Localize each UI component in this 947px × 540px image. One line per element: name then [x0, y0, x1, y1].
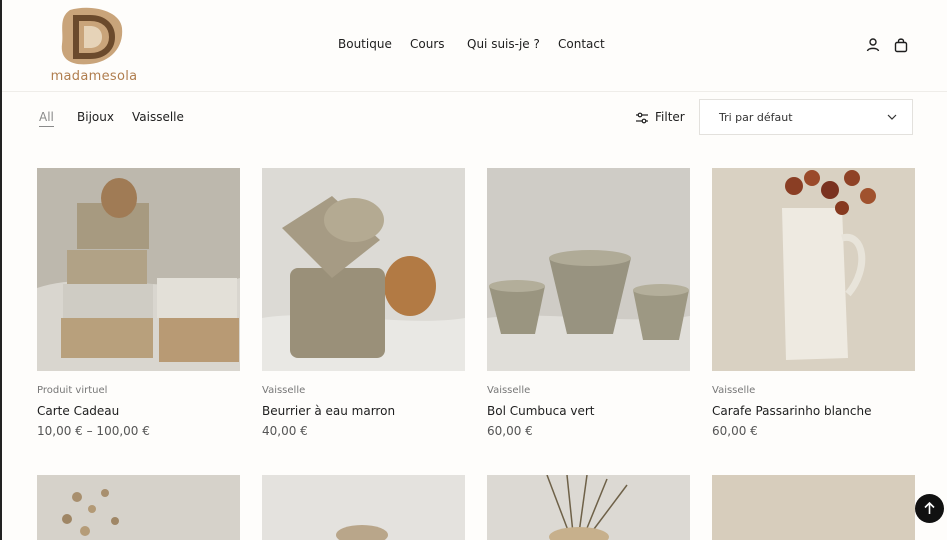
nav-item-contact[interactable]: Contact — [558, 37, 605, 51]
product-category: Vaisselle — [712, 385, 756, 396]
product-category: Produit virtuel — [37, 385, 108, 396]
product-category: Vaisselle — [262, 385, 306, 396]
tab-vaisselle[interactable]: Vaisselle — [132, 110, 184, 124]
tab-all[interactable]: All — [39, 110, 54, 127]
sort-select[interactable]: Tri par défaut — [699, 99, 913, 135]
chevron-down-icon — [887, 114, 897, 120]
product-image[interactable] — [487, 475, 690, 540]
bag-icon[interactable] — [893, 37, 909, 53]
filter-button[interactable]: Filter — [635, 110, 687, 126]
product-image[interactable] — [37, 475, 240, 540]
logo-mark-icon — [61, 7, 123, 65]
product-card[interactable]: Vaisselle Beurrier à eau marron 40,00 € — [262, 168, 465, 438]
product-category: Vaisselle — [487, 385, 531, 396]
filter-label: Filter — [655, 110, 685, 124]
nav-item-qui-suis-je[interactable]: Qui suis-je ? — [467, 37, 540, 51]
arrow-up-icon — [924, 501, 935, 514]
product-price: 60,00 € — [487, 424, 533, 438]
sliders-icon — [636, 112, 648, 124]
nav-item-boutique[interactable]: Boutique — [338, 37, 392, 51]
product-image[interactable] — [712, 168, 915, 371]
product-price: 40,00 € — [262, 424, 308, 438]
tab-bijoux[interactable]: Bijoux — [77, 110, 114, 124]
product-image[interactable] — [712, 475, 915, 540]
site-logo[interactable]: madamesola — [50, 4, 138, 88]
product-card[interactable]: Vaisselle Bol Cumbuca vert 60,00 € — [487, 168, 690, 438]
product-image[interactable] — [37, 168, 240, 371]
sort-selected-value: Tri par défaut — [719, 111, 793, 124]
nav-item-cours[interactable]: Cours — [410, 37, 445, 51]
site-header: madamesola Boutique Cours Qui suis-je ? … — [2, 0, 947, 92]
product-image[interactable] — [487, 168, 690, 371]
product-image[interactable] — [262, 168, 465, 371]
product-image[interactable] — [262, 475, 465, 540]
product-name[interactable]: Carte Cadeau — [37, 404, 119, 418]
account-icon[interactable] — [865, 37, 881, 53]
product-name[interactable]: Bol Cumbuca vert — [487, 404, 595, 418]
product-price: 10,00 € – 100,00 € — [37, 424, 150, 438]
product-name[interactable]: Carafe Passarinho blanche — [712, 404, 871, 418]
product-card[interactable]: Vaisselle Carafe Passarinho blanche 60,0… — [712, 168, 915, 438]
product-name[interactable]: Beurrier à eau marron — [262, 404, 395, 418]
scroll-to-top-button[interactable] — [915, 494, 944, 523]
logo-text: madamesola — [50, 69, 138, 84]
product-card[interactable]: Produit virtuel Carte Cadeau 10,00 € – 1… — [37, 168, 240, 438]
product-price: 60,00 € — [712, 424, 758, 438]
